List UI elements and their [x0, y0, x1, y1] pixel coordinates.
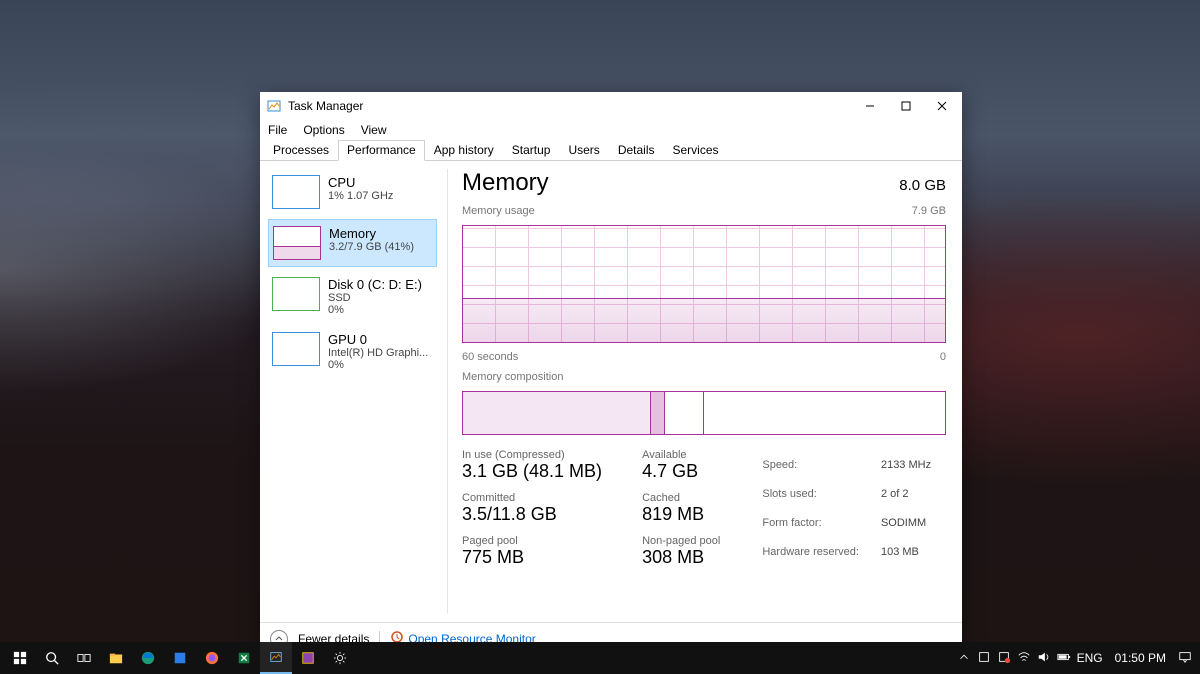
in-use-label: In use (Compressed): [462, 449, 602, 461]
tab-details[interactable]: Details: [609, 140, 664, 161]
settings-icon[interactable]: [324, 642, 356, 674]
menu-options[interactable]: Options: [301, 123, 346, 137]
close-button[interactable]: [924, 93, 960, 119]
task-manager-window: Task Manager File Options View Processes…: [260, 92, 962, 654]
speed-value: 2133 MHz: [881, 451, 931, 478]
firefox-icon[interactable]: [196, 642, 228, 674]
gpu-thumbnail-graph: [272, 332, 320, 366]
tray-volume-icon[interactable]: [1037, 650, 1051, 667]
tray-clock[interactable]: 01:50 PM: [1109, 651, 1172, 665]
tray-language[interactable]: ENG: [1077, 651, 1103, 665]
menu-view[interactable]: View: [359, 123, 389, 137]
in-use-value: 3.1 GB (48.1 MB): [462, 461, 602, 482]
tab-performance[interactable]: Performance: [338, 140, 425, 161]
tray-battery-icon[interactable]: [1057, 650, 1071, 667]
reserved-value: 103 MB: [881, 539, 931, 566]
titlebar[interactable]: Task Manager: [260, 92, 962, 120]
form-factor-value: SODIMM: [881, 510, 931, 537]
memory-title: Memory: [329, 226, 414, 241]
axis-right: 0: [940, 351, 946, 363]
tab-app-history[interactable]: App history: [425, 140, 503, 161]
tray-onedrive-icon[interactable]: [977, 650, 991, 667]
committed-value: 3.5/11.8 GB: [462, 504, 602, 525]
disk-sub2: 0%: [328, 304, 422, 316]
page-title: Memory: [462, 169, 549, 197]
app-icon-1[interactable]: [164, 642, 196, 674]
minimize-button[interactable]: [852, 93, 888, 119]
cached-label: Cached: [642, 492, 720, 504]
app-icon-2[interactable]: [292, 642, 324, 674]
menubar: File Options View: [260, 120, 962, 140]
sidebar-item-gpu[interactable]: GPU 0 Intel(R) HD Graphi... 0%: [268, 326, 437, 377]
cpu-sub: 1% 1.07 GHz: [328, 190, 393, 202]
committed-label: Committed: [462, 492, 602, 504]
system-tray[interactable]: ENG 01:50 PM: [957, 650, 1196, 667]
sidebar-item-cpu[interactable]: CPU 1% 1.07 GHz: [268, 169, 437, 215]
paged-label: Paged pool: [462, 535, 602, 547]
available-label: Available: [642, 449, 720, 461]
tray-wifi-icon[interactable]: [1017, 650, 1031, 667]
axis-left: 60 seconds: [462, 351, 518, 363]
tab-bar: Processes Performance App history Startu…: [260, 140, 962, 161]
start-button[interactable]: [4, 642, 36, 674]
tray-security-icon[interactable]: [997, 650, 1011, 667]
tab-startup[interactable]: Startup: [503, 140, 560, 161]
disk-sub1: SSD: [328, 292, 422, 304]
maximize-button[interactable]: [888, 93, 924, 119]
edge-icon[interactable]: [132, 642, 164, 674]
excel-icon[interactable]: [228, 642, 260, 674]
usage-label: Memory usage: [462, 205, 535, 217]
sidebar-item-memory[interactable]: Memory 3.2/7.9 GB (41%): [268, 219, 437, 267]
tab-users[interactable]: Users: [559, 140, 608, 161]
memory-thumbnail-graph: [273, 226, 321, 260]
nonpaged-value: 308 MB: [642, 547, 720, 568]
available-value: 4.7 GB: [642, 461, 720, 482]
memory-usage-chart: [462, 225, 946, 343]
paged-value: 775 MB: [462, 547, 602, 568]
window-title: Task Manager: [288, 99, 852, 113]
tray-chevron-icon[interactable]: [957, 650, 971, 667]
main-panel: Memory 8.0 GB Memory usage 7.9 GB 60 sec…: [458, 169, 946, 614]
gpu-sub2: 0%: [328, 359, 428, 371]
memory-composition-chart: [462, 391, 946, 435]
sidebar: CPU 1% 1.07 GHz Memory 3.2/7.9 GB (41%) …: [268, 169, 448, 614]
gpu-title: GPU 0: [328, 332, 428, 347]
search-button[interactable]: [36, 642, 68, 674]
cpu-title: CPU: [328, 175, 393, 190]
tray-notifications-icon[interactable]: [1178, 650, 1192, 667]
memory-info-table: Speed:2133 MHz Slots used:2 of 2 Form fa…: [760, 449, 933, 568]
taskbar[interactable]: ENG 01:50 PM: [0, 642, 1200, 674]
nonpaged-label: Non-paged pool: [642, 535, 720, 547]
composition-label: Memory composition: [462, 371, 563, 383]
tab-processes[interactable]: Processes: [264, 140, 338, 161]
memory-sub: 3.2/7.9 GB (41%): [329, 241, 414, 253]
task-view-button[interactable]: [68, 642, 100, 674]
sidebar-item-disk[interactable]: Disk 0 (C: D: E:) SSD 0%: [268, 271, 437, 322]
menu-file[interactable]: File: [266, 123, 289, 137]
gpu-sub1: Intel(R) HD Graphi...: [328, 347, 428, 359]
capacity-value: 8.0 GB: [899, 177, 946, 194]
task-manager-taskbar-icon[interactable]: [260, 642, 292, 674]
disk-thumbnail-graph: [272, 277, 320, 311]
slots-value: 2 of 2: [881, 480, 931, 507]
app-icon: [266, 98, 282, 114]
usage-max: 7.9 GB: [912, 205, 946, 217]
tab-services[interactable]: Services: [664, 140, 728, 161]
file-explorer-icon[interactable]: [100, 642, 132, 674]
disk-title: Disk 0 (C: D: E:): [328, 277, 422, 292]
cached-value: 819 MB: [642, 504, 720, 525]
cpu-thumbnail-graph: [272, 175, 320, 209]
